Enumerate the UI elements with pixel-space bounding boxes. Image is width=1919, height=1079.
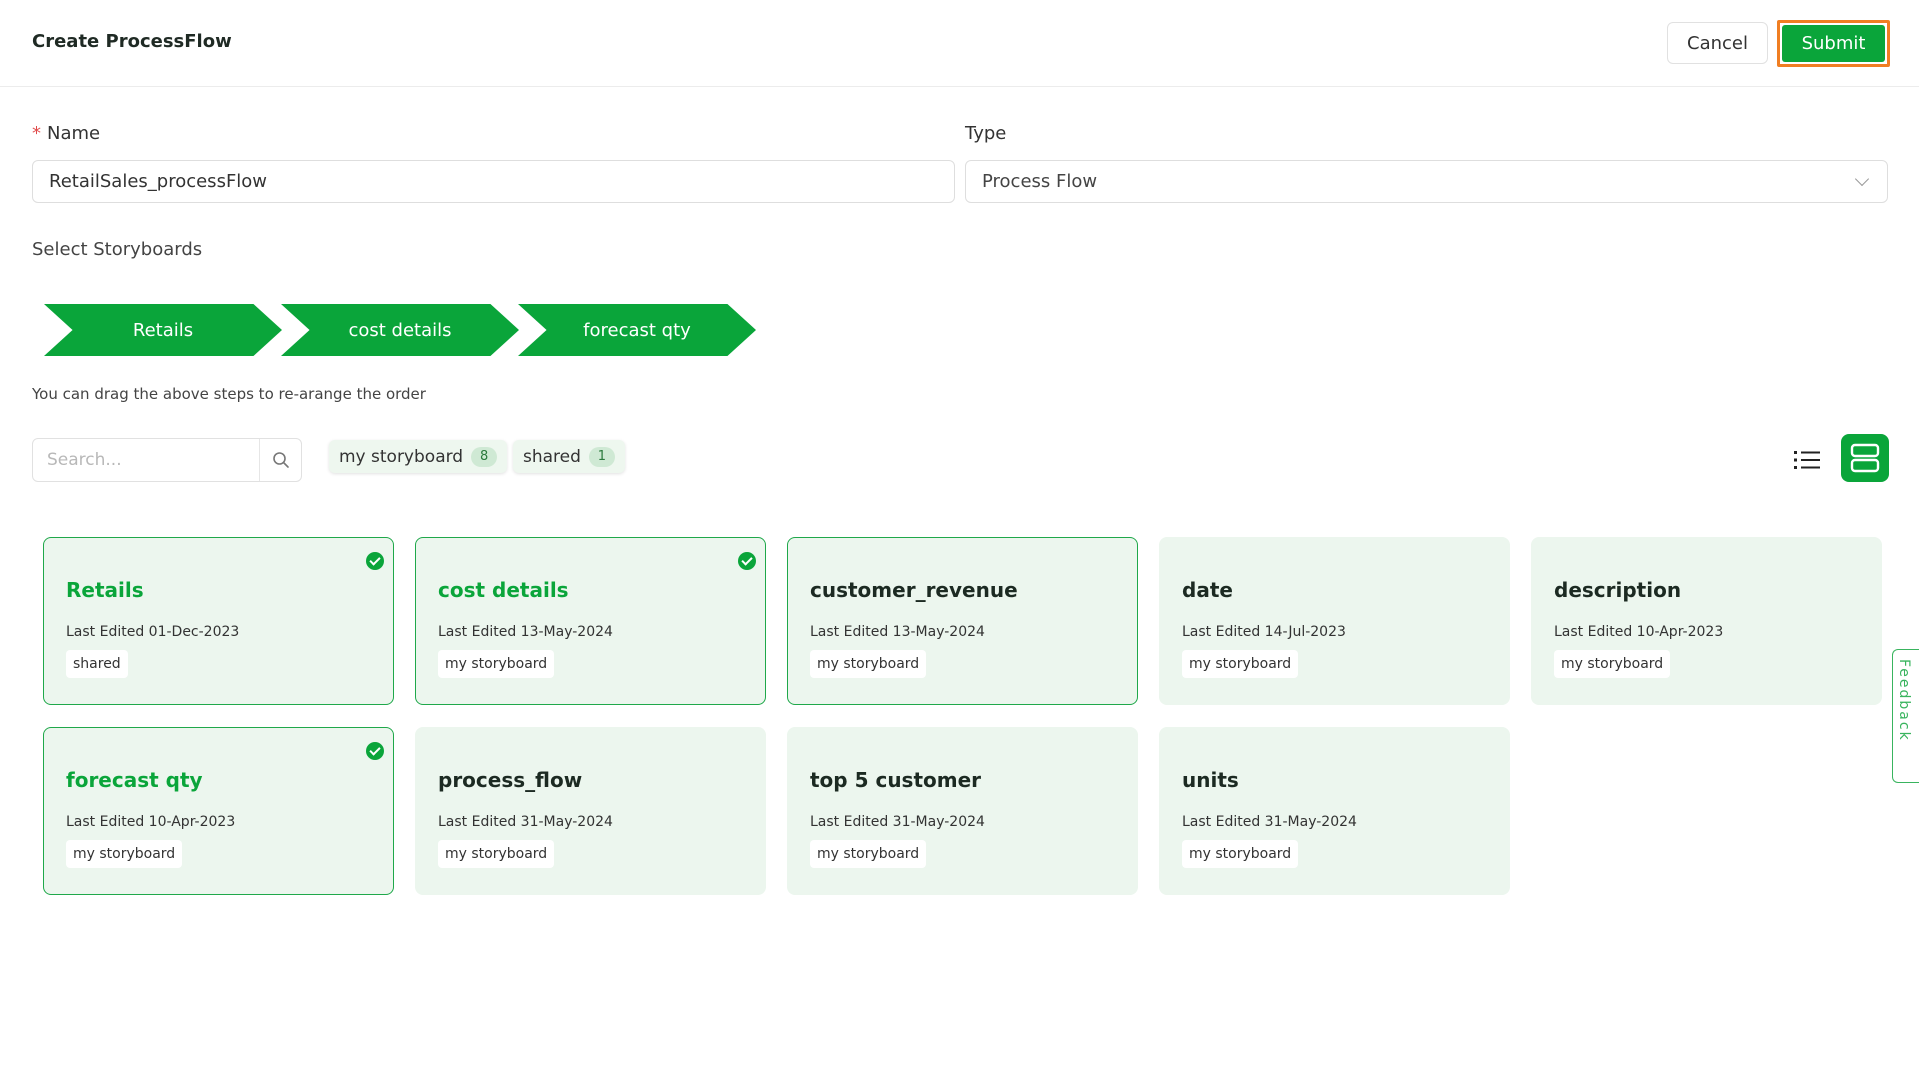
storyboard-card[interactable]: process_flow Last Edited 31-May-2024 my … — [415, 727, 766, 895]
cancel-button[interactable]: Cancel — [1667, 22, 1768, 64]
check-circle-icon — [366, 552, 384, 570]
card-last-edited: Last Edited 01-Dec-2023 — [66, 624, 240, 640]
type-select[interactable]: Process Flow — [965, 160, 1888, 203]
card-tag: my storyboard — [1182, 840, 1299, 868]
submit-button[interactable]: Submit — [1782, 25, 1885, 62]
card-last-edited: Last Edited 10-Apr-2023 — [66, 814, 236, 830]
chevron-down-icon — [1854, 171, 1870, 187]
storyboard-card[interactable]: date Last Edited 14-Jul-2023 my storyboa… — [1159, 537, 1510, 705]
card-tag: my storyboard — [810, 840, 927, 868]
card-last-edited: Last Edited 10-Apr-2023 — [1554, 624, 1724, 640]
steps-hint: You can drag the above steps to re-arang… — [32, 385, 426, 403]
filter-chip-my-storyboard[interactable]: my storyboard 8 — [329, 440, 508, 473]
search-icon — [272, 452, 289, 468]
type-label: Type — [965, 123, 1007, 144]
page-title: Create ProcessFlow — [32, 31, 232, 52]
chip-count: 1 — [588, 446, 615, 467]
card-title: Retails — [66, 578, 144, 602]
filter-chip-shared[interactable]: shared 1 — [513, 440, 625, 473]
name-input[interactable] — [32, 160, 955, 203]
card-title: cost details — [438, 578, 569, 602]
card-title: process_flow — [438, 768, 583, 792]
list-view-icon[interactable] — [1792, 446, 1822, 474]
card-title: customer_revenue — [810, 578, 1018, 602]
card-title: units — [1182, 768, 1239, 792]
check-circle-icon — [366, 742, 384, 760]
card-title: date — [1182, 578, 1233, 602]
step-cost-details[interactable]: cost details — [281, 304, 519, 356]
select-storyboards-label: Select Storyboards — [32, 239, 203, 260]
submit-button-highlight: Submit — [1777, 20, 1890, 67]
card-tag: my storyboard — [66, 840, 183, 868]
search-input[interactable] — [33, 439, 259, 481]
card-last-edited: Last Edited 14-Jul-2023 — [1182, 624, 1346, 640]
card-last-edited: Last Edited 31-May-2024 — [438, 814, 613, 830]
name-label-text: Name — [47, 123, 101, 144]
chip-count: 8 — [471, 446, 498, 467]
grid-view-icon — [1850, 443, 1880, 473]
feedback-label: Feedback — [1896, 659, 1912, 742]
storyboard-card[interactable]: description Last Edited 10-Apr-2023 my s… — [1531, 537, 1882, 705]
card-tag: my storyboard — [438, 650, 555, 678]
card-tag: my storyboard — [1554, 650, 1671, 678]
card-last-edited: Last Edited 31-May-2024 — [1182, 814, 1357, 830]
chip-label: my storyboard — [339, 446, 464, 467]
grid-view-button[interactable] — [1841, 434, 1889, 482]
card-tag: shared — [66, 650, 128, 678]
search-button[interactable] — [259, 439, 301, 481]
card-last-edited: Last Edited 13-May-2024 — [438, 624, 613, 640]
storyboard-card[interactable]: forecast qty Last Edited 10-Apr-2023 my … — [43, 727, 394, 895]
card-title: forecast qty — [66, 768, 203, 792]
card-tag: my storyboard — [810, 650, 927, 678]
search-box — [32, 438, 302, 482]
storyboard-card[interactable]: customer_revenue Last Edited 13-May-2024… — [787, 537, 1138, 705]
storyboard-card[interactable]: Retails Last Edited 01-Dec-2023 shared — [43, 537, 394, 705]
card-tag: my storyboard — [438, 840, 555, 868]
required-marker: * — [32, 123, 41, 144]
card-tag: my storyboard — [1182, 650, 1299, 678]
storyboard-card[interactable]: cost details Last Edited 13-May-2024 my … — [415, 537, 766, 705]
card-last-edited: Last Edited 31-May-2024 — [810, 814, 985, 830]
card-title: description — [1554, 578, 1682, 602]
name-label: * Name — [32, 123, 100, 144]
storyboard-card[interactable]: top 5 customer Last Edited 31-May-2024 m… — [787, 727, 1138, 895]
chip-label: shared — [523, 446, 581, 467]
storyboard-card[interactable]: units Last Edited 31-May-2024 my storybo… — [1159, 727, 1510, 895]
type-select-value: Process Flow — [982, 171, 1098, 192]
card-last-edited: Last Edited 13-May-2024 — [810, 624, 985, 640]
step-retails[interactable]: Retails — [44, 304, 282, 356]
card-title: top 5 customer — [810, 768, 982, 792]
page-header: Create ProcessFlow Cancel Submit — [0, 0, 1919, 87]
check-circle-icon — [738, 552, 756, 570]
step-forecast-qty[interactable]: forecast qty — [518, 304, 756, 356]
